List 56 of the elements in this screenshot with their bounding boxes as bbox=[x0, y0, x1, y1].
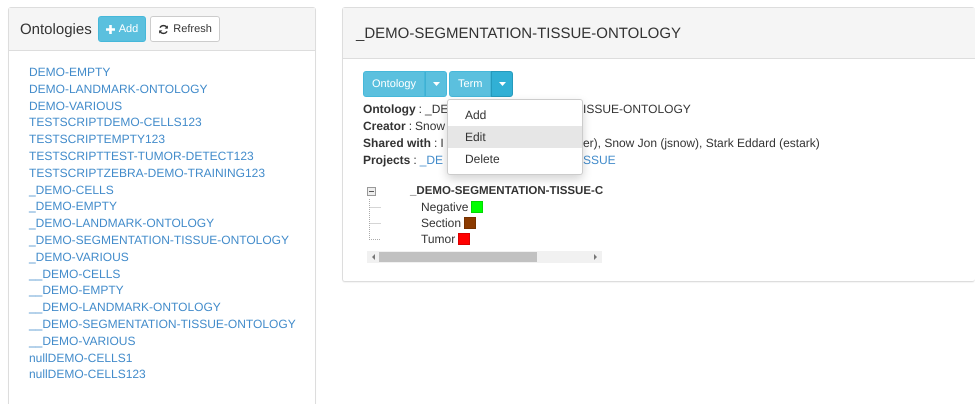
plus-icon bbox=[106, 24, 115, 34]
ontology-link[interactable]: TESTSCRIPTDEMO-CELLS123 bbox=[29, 114, 202, 132]
project-link[interactable]: SSUE bbox=[583, 152, 616, 169]
field-value: I bbox=[440, 135, 444, 152]
field-label: Ontology bbox=[363, 101, 416, 118]
ontology-link[interactable]: _DEMO-EMPTY bbox=[29, 198, 118, 216]
menu-item[interactable]: Edit bbox=[448, 126, 582, 148]
ontology-link[interactable]: _DEMO-LANDMARK-ONTOLOGY bbox=[29, 215, 214, 232]
ontology-link[interactable]: __DEMO-LANDMARK-ONTOLOGY bbox=[29, 299, 221, 316]
separator: : bbox=[408, 118, 412, 135]
horizontal-scrollbar[interactable] bbox=[367, 251, 602, 263]
ontology-link[interactable]: DEMO-LANDMARK-ONTOLOGY bbox=[29, 80, 208, 98]
ontology-link[interactable]: __DEMO-CELLS bbox=[29, 266, 120, 282]
field-label: Projects bbox=[363, 152, 410, 169]
ontology-link[interactable]: _DEMO-CELLS bbox=[29, 182, 114, 198]
ontology-link[interactable]: TESTSCRIPTZEBRA-DEMO-TRAINING123 bbox=[29, 164, 266, 182]
separator: : bbox=[434, 135, 438, 152]
panel-title: Ontologies bbox=[20, 20, 92, 38]
tree-connector bbox=[369, 199, 381, 215]
ontology-link[interactable]: TESTSCRIPTTEST-TUMOR-DETECT123 bbox=[29, 148, 254, 165]
tree-node-label[interactable]: Section bbox=[421, 216, 462, 230]
field-value: _DE bbox=[425, 101, 448, 118]
add-button[interactable]: Add bbox=[98, 16, 146, 42]
ontology-link[interactable]: DEMO-VARIOUS bbox=[29, 98, 122, 114]
field-label: Creator bbox=[363, 118, 406, 135]
toolbar-button[interactable]: Ontology bbox=[363, 71, 426, 97]
field-value: er), Snow Jon (jsnow), Stark Eddard (estark) bbox=[583, 135, 820, 152]
separator: : bbox=[413, 152, 417, 169]
ontology-link[interactable]: _DEMO-VARIOUS bbox=[29, 248, 129, 266]
ontology-link[interactable]: nullDEMO-CELLS123 bbox=[29, 366, 146, 384]
dropdown-toggle[interactable] bbox=[425, 71, 448, 97]
ontology-link[interactable]: DEMO-EMPTY bbox=[29, 64, 110, 81]
collapse-icon[interactable] bbox=[367, 186, 377, 196]
ontology-link[interactable]: __DEMO-VARIOUS bbox=[29, 332, 136, 350]
tree-node-label[interactable]: Negative bbox=[421, 200, 468, 214]
separator: : bbox=[418, 101, 422, 118]
caret-icon bbox=[432, 82, 440, 86]
refresh-button[interactable]: Refresh bbox=[150, 16, 220, 42]
toolbar-button[interactable]: Term bbox=[449, 71, 492, 97]
project-link[interactable]: _DE bbox=[420, 152, 444, 169]
tree-root-label[interactable]: _DEMO-SEGMENTATION-TISSUE-C bbox=[410, 185, 604, 197]
ontology-link[interactable]: nullDEMO-CELLS1 bbox=[29, 350, 132, 366]
field-value: Snow bbox=[415, 118, 446, 135]
dropdown-toggle[interactable] bbox=[491, 71, 514, 97]
ontology-link[interactable]: __DEMO-SEGMENTATION-TISSUE-ONTOLOGY bbox=[29, 316, 296, 333]
ontology-link[interactable]: TESTSCRIPTEMPTY123 bbox=[29, 131, 166, 148]
field-value: ISSUE-ONTOLOGY bbox=[583, 101, 691, 118]
ontology-link[interactable]: __DEMO-EMPTY bbox=[29, 282, 124, 300]
panel-title: _DEMO-SEGMENTATION-TISSUE-ONTOLOGY bbox=[356, 24, 682, 42]
ontology-link[interactable]: _DEMO-SEGMENTATION-TISSUE-ONTOLOGY bbox=[29, 232, 290, 249]
refresh-icon bbox=[158, 24, 170, 34]
caret-icon bbox=[498, 82, 506, 86]
field-label: Shared with bbox=[363, 135, 432, 152]
menu-item[interactable]: Delete bbox=[448, 148, 582, 170]
tree-node-label[interactable]: Tumor bbox=[421, 232, 456, 246]
menu-item[interactable]: Add bbox=[448, 104, 582, 126]
